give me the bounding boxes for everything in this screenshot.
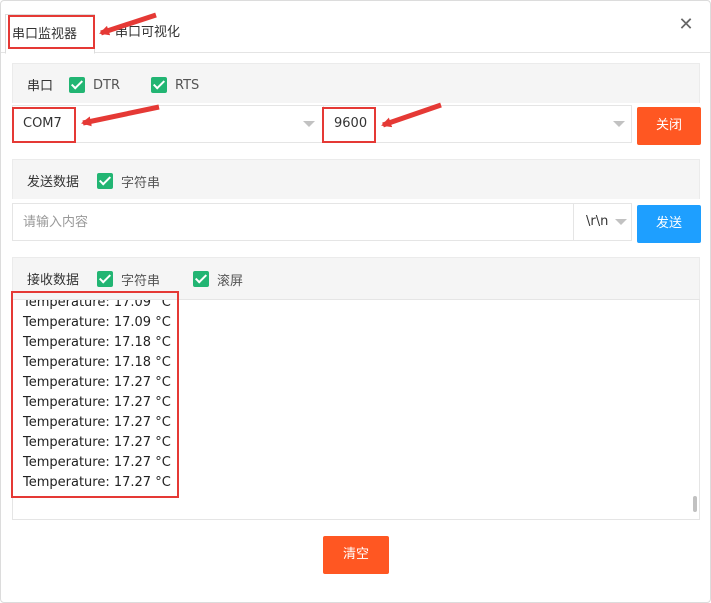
- serial-monitor-dialog: 串口监视器 串口可视化 ✕ 串口 DTR RTS COM7 9600 关闭 发送…: [0, 0, 711, 603]
- rts-label: RTS: [175, 77, 200, 93]
- chevron-down-icon: [613, 121, 625, 127]
- send-input[interactable]: [13, 204, 573, 240]
- checkbox-checked-icon: [97, 271, 113, 287]
- checkbox-checked-icon: [69, 77, 85, 93]
- send-row: \r\n: [12, 203, 632, 241]
- chevron-down-icon: [615, 219, 627, 225]
- send-button[interactable]: 发送: [637, 205, 701, 243]
- serial-port-title: 串口: [27, 79, 54, 94]
- serial-port-header: 串口 DTR RTS: [12, 63, 700, 103]
- close-port-button[interactable]: 关闭: [637, 107, 701, 145]
- send-string-label: 字符串: [121, 175, 161, 191]
- receive-string-label: 字符串: [121, 273, 161, 289]
- tab-bar: 串口监视器 串口可视化: [1, 13, 710, 54]
- dtr-checkbox[interactable]: DTR: [69, 77, 120, 93]
- dtr-label: DTR: [93, 77, 120, 93]
- scrollbar-thumb[interactable]: [693, 496, 697, 512]
- close-icon[interactable]: ✕: [678, 16, 694, 34]
- annotation-box-tab: [8, 15, 95, 49]
- send-string-checkbox[interactable]: 字符串: [97, 173, 161, 191]
- annotation-box-baud: [322, 107, 376, 143]
- annotation-box-output: [11, 291, 179, 498]
- receive-string-checkbox[interactable]: 字符串: [97, 271, 161, 289]
- auto-scroll-checkbox[interactable]: 滚屏: [193, 271, 244, 289]
- send-data-header: 发送数据 字符串: [12, 159, 700, 199]
- checkbox-checked-icon: [151, 77, 167, 93]
- line-ending-value: \r\n: [586, 214, 609, 229]
- clear-button[interactable]: 清空: [323, 536, 389, 574]
- annotation-box-port: [12, 107, 76, 143]
- receive-data-title: 接收数据: [27, 273, 80, 288]
- rts-checkbox[interactable]: RTS: [151, 77, 199, 93]
- checkbox-checked-icon: [193, 271, 209, 287]
- checkbox-checked-icon: [97, 173, 113, 189]
- tab-serial-visualization[interactable]: 串口可视化: [109, 13, 186, 53]
- send-data-title: 发送数据: [27, 175, 80, 190]
- line-ending-select[interactable]: \r\n: [573, 204, 631, 240]
- auto-scroll-label: 滚屏: [217, 273, 244, 289]
- chevron-down-icon: [303, 121, 315, 127]
